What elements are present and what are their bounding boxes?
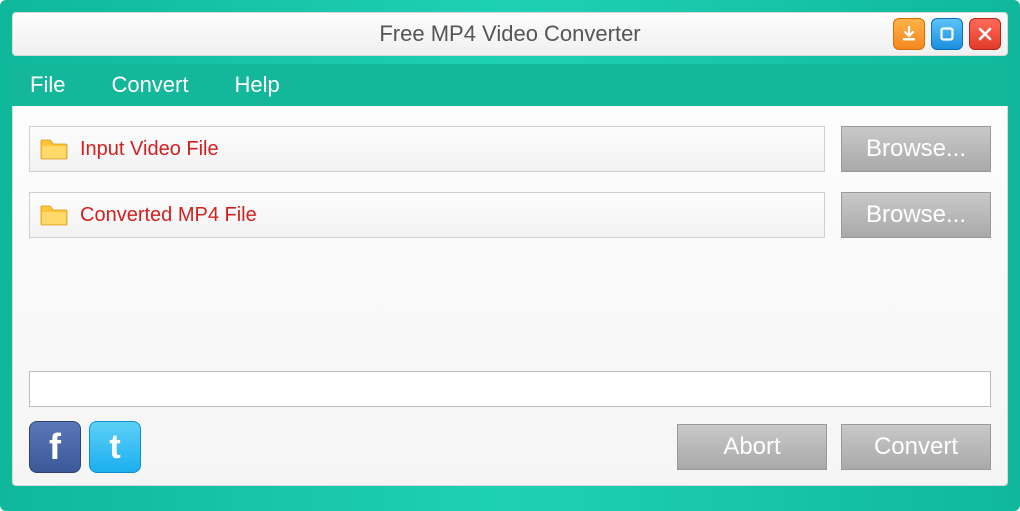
folder-icon xyxy=(40,204,68,226)
facebook-icon: f xyxy=(49,429,61,465)
app-window: Free MP4 Video Converter File Co xyxy=(0,0,1020,511)
output-file-label: Converted MP4 File xyxy=(80,204,257,227)
social-group: f t xyxy=(29,421,141,473)
input-file-box[interactable]: Input Video File xyxy=(29,126,825,172)
bottom-row: f t Abort Convert xyxy=(29,421,991,473)
twitter-icon: t xyxy=(109,430,120,464)
browse-input-button[interactable]: Browse... xyxy=(841,126,991,172)
close-icon[interactable] xyxy=(969,18,1001,50)
menu-convert[interactable]: Convert xyxy=(103,68,196,102)
title-bar: Free MP4 Video Converter xyxy=(12,12,1008,56)
browse-output-button[interactable]: Browse... xyxy=(841,192,991,238)
facebook-button[interactable]: f xyxy=(29,421,81,473)
menu-help[interactable]: Help xyxy=(227,68,288,102)
abort-button[interactable]: Abort xyxy=(677,424,827,470)
progress-bar xyxy=(29,371,991,407)
title-button-group xyxy=(893,18,1001,50)
menu-file[interactable]: File xyxy=(22,68,73,102)
convert-button[interactable]: Convert xyxy=(841,424,991,470)
folder-icon xyxy=(40,138,68,160)
maximize-icon[interactable] xyxy=(931,18,963,50)
menu-bar: File Convert Help xyxy=(12,64,1008,106)
output-file-box[interactable]: Converted MP4 File xyxy=(29,192,825,238)
input-file-label: Input Video File xyxy=(80,138,219,161)
window-title: Free MP4 Video Converter xyxy=(379,21,640,47)
action-button-group: Abort Convert xyxy=(677,424,991,470)
content-panel: Input Video File Browse... Converted MP4… xyxy=(12,106,1008,486)
input-file-row: Input Video File Browse... xyxy=(29,126,991,172)
twitter-button[interactable]: t xyxy=(89,421,141,473)
output-file-row: Converted MP4 File Browse... xyxy=(29,192,991,238)
download-icon[interactable] xyxy=(893,18,925,50)
